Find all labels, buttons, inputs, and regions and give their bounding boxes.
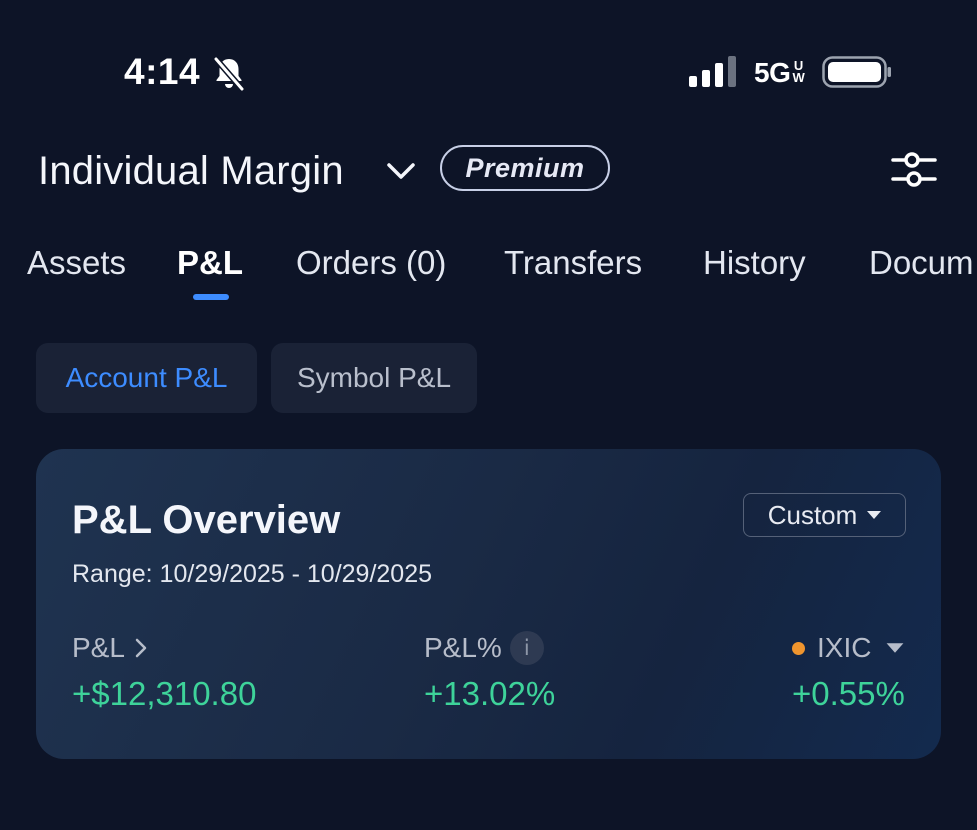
chevron-right-icon: [135, 638, 147, 658]
signal-icon: [689, 56, 736, 87]
tab-history[interactable]: History: [703, 240, 806, 286]
benchmark-label: IXIC: [817, 632, 872, 663]
pnl-label[interactable]: P&L: [72, 631, 149, 665]
battery-icon: [822, 56, 891, 88]
network-sup: UW: [792, 58, 805, 85]
date-range-text: Range: 10/29/2025 - 10/29/2025: [72, 560, 433, 588]
screen: 4:14 5G UW Individual Margin Premium Asse…: [0, 0, 977, 830]
network-indicator: 5G UW: [754, 56, 805, 90]
benchmark-dot-icon: [792, 641, 805, 655]
range-dropdown-label: Custom: [767, 499, 858, 530]
account-pnl-chip[interactable]: Account P&L: [36, 343, 257, 413]
tab-bar: Assets P&L Orders (0) Transfers History …: [0, 240, 977, 310]
tab-orders[interactable]: Orders (0): [296, 240, 446, 286]
premium-badge[interactable]: Premium: [440, 145, 610, 191]
pnl-value: +$12,310.80: [72, 675, 257, 712]
card-title: P&L Overview: [72, 498, 341, 542]
tab-transfers[interactable]: Transfers: [504, 240, 642, 286]
range-dropdown[interactable]: Custom: [743, 493, 906, 537]
pnl-overview-card: P&L Overview Custom Range: 10/29/2025 - …: [36, 449, 941, 759]
chevron-down-icon[interactable]: [386, 160, 416, 182]
network-type: 5G: [754, 57, 791, 88]
benchmark-value: +0.55%: [792, 675, 905, 712]
pnl-label-text: P&L: [72, 632, 125, 663]
symbol-pnl-chip[interactable]: Symbol P&L: [271, 343, 477, 413]
caret-down-icon: [887, 643, 904, 653]
bell-muted-icon: [213, 57, 245, 91]
active-tab-indicator: [193, 294, 229, 300]
caret-down-icon: [867, 511, 882, 519]
info-icon[interactable]: i: [509, 631, 544, 665]
tab-documents[interactable]: Docum: [869, 240, 974, 286]
benchmark-selector[interactable]: IXIC: [792, 631, 905, 665]
pnl-percent-label: P&L% i: [424, 631, 544, 665]
tab-assets[interactable]: Assets: [27, 240, 126, 286]
settings-sliders-icon[interactable]: [890, 150, 938, 190]
status-time: 4:14: [124, 51, 201, 92]
pnl-percent-label-text: P&L%: [424, 632, 502, 663]
account-selector[interactable]: Individual Margin: [38, 147, 344, 195]
tab-pnl[interactable]: P&L: [177, 240, 243, 286]
pnl-percent-value: +13.02%: [424, 675, 556, 712]
